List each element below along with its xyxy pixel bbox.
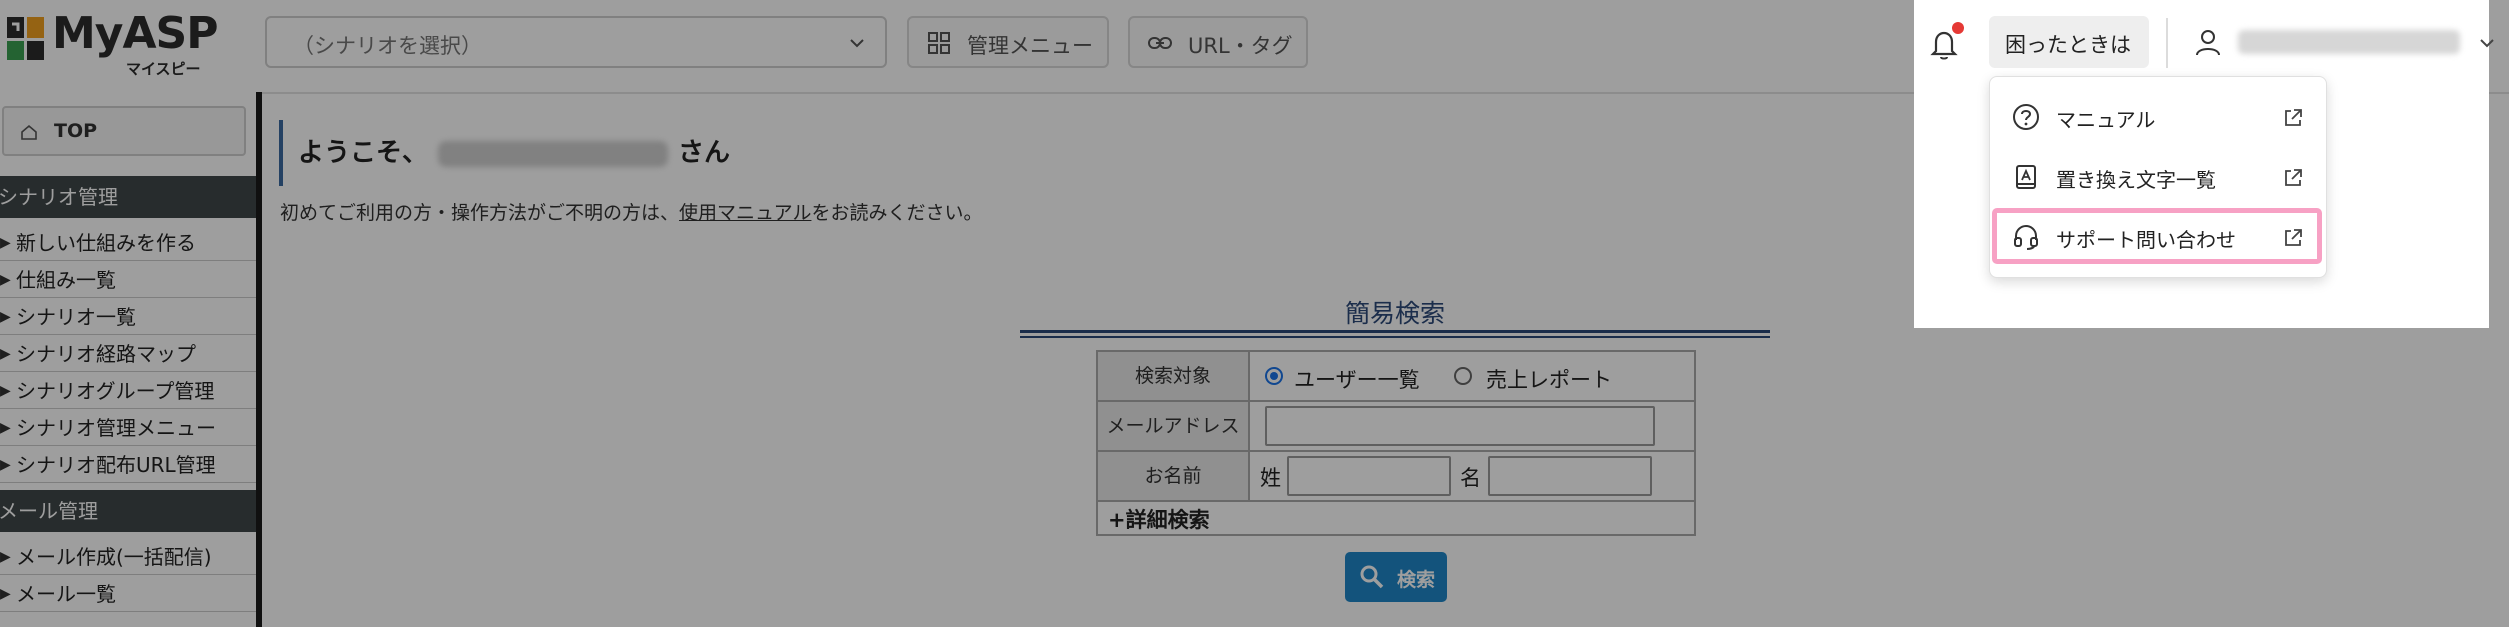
help-button-label: 困ったときは xyxy=(2005,33,2131,57)
external-link-icon xyxy=(2285,109,2302,126)
user-icon[interactable] xyxy=(2192,26,2224,58)
menu-item-manual[interactable]: マニュアル xyxy=(1990,87,2326,145)
highlight-box xyxy=(1992,208,2322,264)
header-divider xyxy=(2166,18,2168,68)
external-link-icon xyxy=(2285,169,2302,186)
menu-item-label: マニュアル xyxy=(2056,108,2156,132)
notification-dot xyxy=(1952,22,1964,34)
book-icon xyxy=(2016,165,2036,189)
question-circle-icon xyxy=(2013,104,2039,130)
blurred-account-name[interactable] xyxy=(2238,30,2460,54)
chevron-down-icon[interactable] xyxy=(2478,34,2496,52)
menu-item-label: 置き換え文字一覧 xyxy=(2056,168,2216,192)
help-button[interactable]: 困ったときは xyxy=(1989,16,2149,68)
menu-item-replacement-chars[interactable]: 置き換え文字一覧 xyxy=(1990,147,2326,205)
